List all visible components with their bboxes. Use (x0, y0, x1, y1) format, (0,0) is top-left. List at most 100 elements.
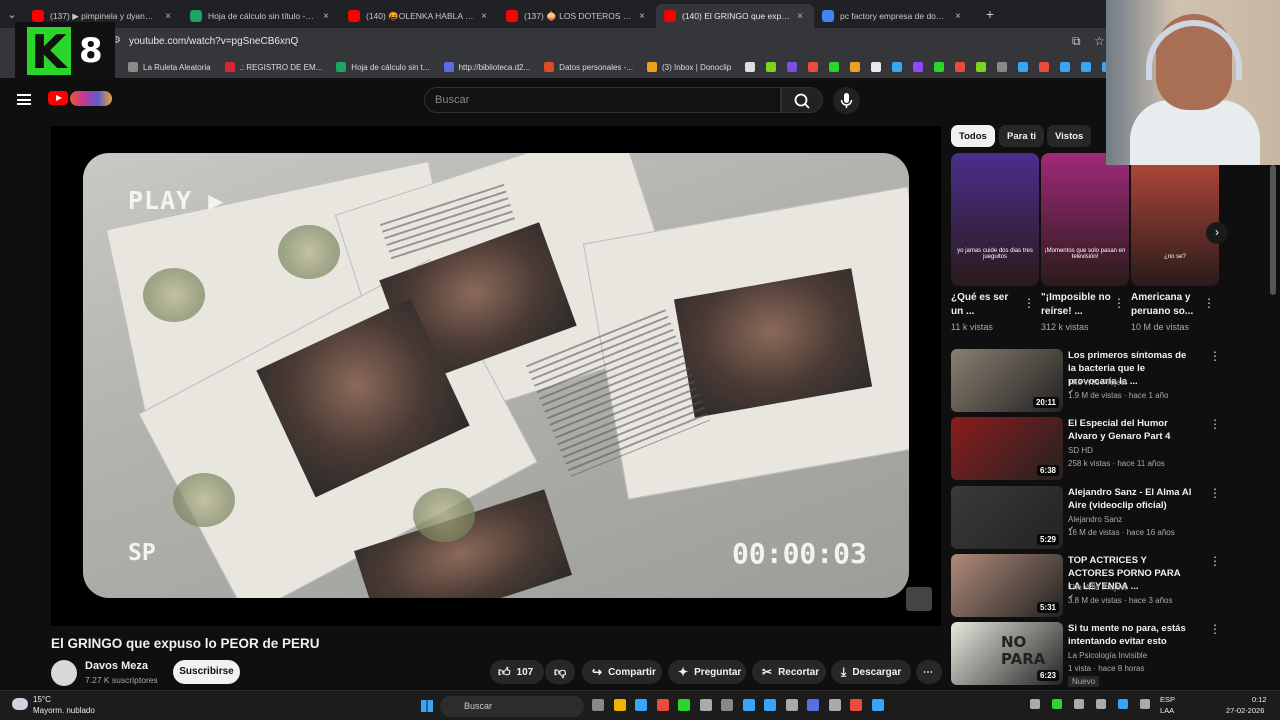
tab-close-icon[interactable]: × (794, 11, 806, 22)
channel-name[interactable]: Alejandro Sanz (1068, 515, 1122, 524)
taskbar-search[interactable]: Buscar (440, 696, 584, 717)
youtube-logo-icon[interactable] (48, 91, 68, 105)
temperature[interactable]: 15°C (33, 695, 51, 704)
taskbar-app-icon[interactable] (785, 699, 798, 711)
bookmark-favicon-icon[interactable] (976, 62, 987, 72)
bookmark-favicon-icon[interactable] (913, 62, 924, 72)
scrollbar[interactable] (1270, 165, 1276, 295)
bookmark-item[interactable]: Hoja de cálculo sin t... (336, 62, 430, 72)
tab-close-icon[interactable]: × (952, 11, 964, 22)
browser-tab[interactable]: (140) El GRINGO que expuso lo × (656, 4, 814, 28)
chip-vistos[interactable]: Vistos (1047, 125, 1092, 147)
bookmark-favicon-icon[interactable] (871, 62, 882, 72)
channel-name[interactable]: La Psicología Invisible (1068, 651, 1147, 660)
taskbar-app-icon[interactable] (635, 699, 647, 711)
recommended-video[interactable]: 5:29 Alejandro Sanz - El Alma Al Aire (vi… (951, 486, 1231, 550)
clock-time[interactable]: 0:12 (1252, 695, 1267, 704)
taskbar-app-icon[interactable] (742, 699, 755, 711)
clip-button[interactable]: ✂ Recortar (752, 660, 826, 684)
tab-close-icon[interactable]: × (636, 11, 648, 22)
video-thumbnail[interactable]: 6:38 (951, 417, 1063, 480)
keyboard-layout[interactable]: LAA (1160, 706, 1174, 715)
taskbar-app-icon[interactable] (807, 699, 819, 711)
video-title[interactable]: Si tu mente no para, estás intentando ev… (1068, 622, 1194, 648)
short-thumbnail[interactable]: ¡Momentos que solo pasan en televisión! (1041, 153, 1129, 286)
url-field[interactable]: youtube.com/watch?v=pgSneCB6xnQ (129, 36, 298, 47)
taskbar-app-icon[interactable] (850, 699, 862, 711)
video-title[interactable]: El Especial del Humor Alvaro y Genaro Pa… (1068, 417, 1194, 443)
taskbar-app-icon[interactable] (721, 699, 733, 711)
taskbar-app-icon[interactable] (613, 699, 626, 711)
browser-tab[interactable]: (137) 🧅 LOS DOTEROS NUNCA × (498, 4, 656, 28)
taskbar-app-icon[interactable] (656, 699, 669, 711)
video-thumbnail[interactable]: 20:11 (951, 349, 1063, 412)
install-icon[interactable]: ⧉ (1072, 34, 1081, 49)
more-options-icon[interactable]: ⋮ (1113, 296, 1125, 310)
channel-watermark[interactable] (906, 587, 932, 611)
bookmark-favicon-icon[interactable] (1081, 62, 1092, 72)
subscribe-button[interactable]: Suscribirse (173, 660, 240, 684)
tab-close-icon[interactable]: × (162, 11, 174, 22)
chip-para-ti[interactable]: Para ti (999, 125, 1045, 147)
weather-description[interactable]: Mayorm. nublado (33, 706, 95, 715)
more-options-icon[interactable]: ⋮ (1209, 349, 1221, 363)
bookmark-favicon-icon[interactable] (934, 62, 945, 72)
bookmark-item[interactable]: La Ruleta Aleatoria (128, 62, 211, 72)
tray-icon[interactable] (1052, 699, 1062, 709)
recommended-video[interactable]: 20:11 Los primeros síntomas de la bacteri… (951, 349, 1231, 413)
tray-icon[interactable] (1074, 699, 1084, 709)
bookmark-favicon-icon[interactable] (997, 62, 1008, 72)
tray-icon[interactable] (1140, 699, 1150, 709)
bookmark-item[interactable]: (3) Inbox | Donoclip (646, 62, 731, 72)
language-indicator[interactable]: ESP (1160, 695, 1175, 704)
short-title[interactable]: "¡Imposible no reírse! ... (1041, 291, 1111, 319)
recommended-video[interactable]: 5:31 TOP ACTRICES Y ACTORES PORNO PARA LA… (951, 554, 1231, 618)
short-title[interactable]: ¿Qué es ser un ... (951, 291, 1021, 319)
tab-close-icon[interactable]: × (478, 11, 490, 22)
bookmark-favicon-icon[interactable] (850, 62, 861, 72)
bookmark-favicon-icon[interactable] (745, 62, 756, 72)
chip-todos[interactable]: Todos (951, 125, 995, 147)
bookmark-item[interactable]: Datos personales -... (544, 62, 633, 72)
bookmark-favicon-icon[interactable] (787, 62, 798, 72)
taskbar-app-icon[interactable] (828, 699, 841, 711)
bookmark-favicon-icon[interactable] (1060, 62, 1071, 72)
more-options-icon[interactable]: ⋮ (1209, 554, 1221, 568)
bookmark-star-icon[interactable]: ☆ (1094, 34, 1105, 48)
bookmark-item[interactable]: .: REGISTRO DE EM... (224, 62, 322, 72)
bookmark-favicon-icon[interactable] (1018, 62, 1029, 72)
channel-name[interactable]: Davos Meza (85, 660, 148, 672)
dislike-button[interactable]: 👎︎ (545, 660, 575, 684)
browser-tab[interactable]: (140) 🤬OLENKA HABLA DE RE × (340, 4, 498, 28)
weather-icon[interactable] (12, 698, 28, 710)
more-actions-button[interactable]: ⋯ (916, 660, 942, 684)
short-thumbnail[interactable]: yo jamas cuide dos dias tres jueguitos (951, 153, 1039, 286)
bookmark-favicon-icon[interactable] (1039, 62, 1050, 72)
taskbar-app-icon[interactable] (678, 699, 690, 711)
tray-icon[interactable] (1030, 699, 1040, 709)
video-title[interactable]: Alejandro Sanz - El Alma Al Aire (videoc… (1068, 486, 1194, 512)
search-button[interactable] (781, 87, 823, 113)
bookmark-favicon-icon[interactable] (808, 62, 819, 72)
channel-name[interactable]: The Wild Project (1068, 583, 1127, 592)
video-thumbnail[interactable]: 5:29 (951, 486, 1063, 549)
voice-search-button[interactable] (833, 87, 860, 114)
taskbar-app-icon[interactable] (871, 699, 884, 711)
bookmark-favicon-icon[interactable] (766, 62, 777, 72)
channel-name[interactable]: The Wild Project (1068, 378, 1127, 387)
recommended-video[interactable]: NO PARA 6:23 Si tu mente no para, estás in… (951, 622, 1231, 687)
more-options-icon[interactable]: ⋮ (1023, 296, 1035, 310)
browser-tab[interactable]: pc factory empresa de donde e × (814, 4, 972, 28)
youtube-doodle[interactable] (70, 91, 112, 106)
taskbar-app-icon[interactable] (764, 699, 776, 711)
bookmark-favicon-icon[interactable] (955, 62, 966, 72)
tab-close-icon[interactable]: × (320, 11, 332, 22)
browser-tab[interactable]: Hoja de cálculo sin título - Hoja × (182, 4, 340, 28)
menu-icon[interactable] (17, 94, 31, 105)
short-title[interactable]: Americana y peruano so... (1131, 291, 1201, 319)
more-options-icon[interactable]: ⋮ (1209, 622, 1221, 636)
more-options-icon[interactable]: ⋮ (1209, 417, 1221, 431)
more-options-icon[interactable]: ⋮ (1203, 296, 1215, 310)
share-button[interactable]: ↪ Compartir (582, 660, 662, 684)
tray-icon[interactable] (1096, 699, 1106, 709)
